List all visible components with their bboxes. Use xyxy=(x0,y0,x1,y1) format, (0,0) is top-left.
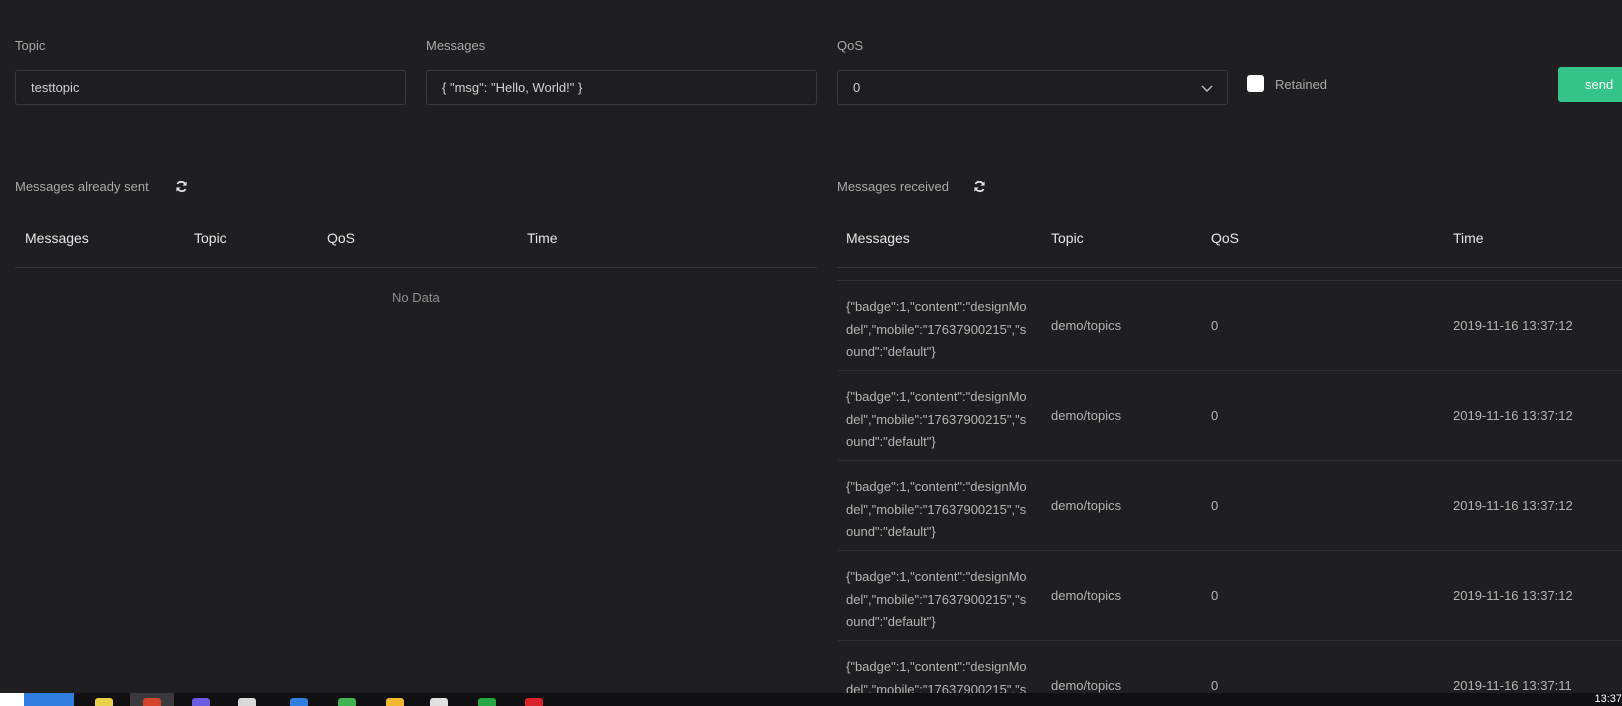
table-row[interactable]: {"badge":1,"content":"designModel","mobi… xyxy=(838,281,1622,371)
chevron-down-icon xyxy=(1201,85,1213,92)
taskbar-app-icon[interactable] xyxy=(192,698,210,706)
received-col-topic[interactable]: Topic xyxy=(1051,230,1084,246)
sent-col-time[interactable]: Time xyxy=(527,230,558,246)
table-row[interactable]: {"badge":1,"content":"designModel","mobi… xyxy=(838,551,1622,641)
qos-label: QoS xyxy=(837,38,864,53)
taskbar-app-icon[interactable] xyxy=(290,698,308,706)
row-time: 2019-11-16 13:37:12 xyxy=(1453,498,1573,513)
row-topic: demo/topics xyxy=(1051,498,1122,513)
sent-col-qos[interactable]: QoS xyxy=(327,230,355,246)
row-qos: 0 xyxy=(1211,498,1219,513)
taskbar-app-icon[interactable] xyxy=(338,698,356,706)
table-row[interactable]: {"badge":1,"content":"designModel","mobi… xyxy=(838,461,1622,551)
topic-label: Topic xyxy=(15,38,46,53)
mqtt-client-page: Topic Messages QoS testtopic { "msg": "H… xyxy=(0,0,1622,706)
start-button[interactable] xyxy=(0,693,24,706)
taskbar-app-icon[interactable] xyxy=(430,698,448,706)
row-message: {"badge":1,"content":"designModel","mobi… xyxy=(846,299,1027,359)
taskbar-app-icon[interactable] xyxy=(478,698,496,706)
received-refresh-icon[interactable] xyxy=(973,180,986,193)
taskbar-app-icon[interactable] xyxy=(238,698,256,706)
row-topic: demo/topics xyxy=(1051,678,1122,693)
taskbar-clock: 13:37 xyxy=(1594,693,1622,705)
taskbar-app-icon[interactable] xyxy=(525,698,543,706)
messages-input[interactable]: { "msg": "Hello, World!" } xyxy=(426,70,817,105)
row-topic: demo/topics xyxy=(1051,318,1122,333)
row-qos: 0 xyxy=(1211,408,1219,423)
row-qos: 0 xyxy=(1211,588,1219,603)
row-topic: demo/topics xyxy=(1051,588,1122,603)
row-time: 2019-11-16 13:37:12 xyxy=(1453,588,1573,603)
messages-label: Messages xyxy=(426,38,486,53)
received-col-messages[interactable]: Messages xyxy=(846,230,910,246)
sent-header-divider xyxy=(15,267,817,268)
retained-label: Retained xyxy=(1275,77,1328,92)
sent-col-topic[interactable]: Topic xyxy=(194,230,227,246)
row-time: 2019-11-16 13:37:11 xyxy=(1453,678,1572,693)
row-message: {"badge":1,"content":"designModel","mobi… xyxy=(846,389,1027,449)
row-time: 2019-11-16 13:37:12 xyxy=(1453,318,1573,333)
sent-col-messages[interactable]: Messages xyxy=(25,230,89,246)
row-message: {"badge":1,"content":"designModel","mobi… xyxy=(846,569,1027,629)
table-row[interactable]: {"badge":1,"content":"designModel","mobi… xyxy=(838,371,1622,461)
row-message: {"badge":1,"content":"designModel","mobi… xyxy=(846,479,1027,539)
taskbar: 13:37 xyxy=(0,693,1622,706)
sent-section-title: Messages already sent xyxy=(15,179,149,194)
send-button[interactable]: send xyxy=(1558,67,1622,102)
row-qos: 0 xyxy=(1211,318,1219,333)
taskbar-app-icon[interactable] xyxy=(95,698,113,706)
row-qos: 0 xyxy=(1211,678,1219,693)
taskbar-search[interactable] xyxy=(24,693,74,706)
received-col-qos[interactable]: QoS xyxy=(1211,230,1239,246)
received-col-time[interactable]: Time xyxy=(1453,230,1484,246)
received-section-title: Messages received xyxy=(837,179,949,194)
received-header-divider xyxy=(837,267,1622,268)
topic-input[interactable]: testtopic xyxy=(15,70,406,105)
qos-select[interactable]: 0 xyxy=(837,70,1228,105)
retained-checkbox[interactable] xyxy=(1247,75,1264,92)
taskbar-app-icon[interactable] xyxy=(143,698,161,706)
sent-empty-text: No Data xyxy=(392,290,440,305)
row-time: 2019-11-16 13:37:12 xyxy=(1453,408,1573,423)
qos-select-value: 0 xyxy=(853,80,861,95)
row-topic: demo/topics xyxy=(1051,408,1122,423)
taskbar-app-icon[interactable] xyxy=(386,698,404,706)
sent-refresh-icon[interactable] xyxy=(175,180,188,193)
